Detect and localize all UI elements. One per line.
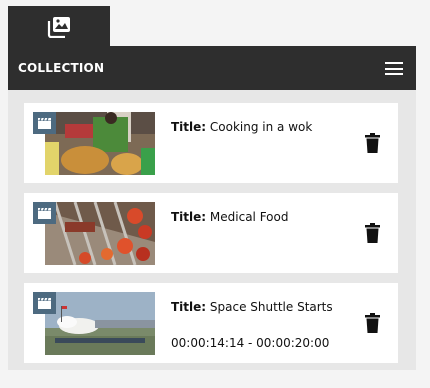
list-item[interactable]: Title: Cooking in a wok [24,103,398,183]
video-thumbnail [45,202,155,265]
title-label: Title: [171,210,207,224]
item-title: Title: Cooking in a wok [171,120,312,134]
page-title: COLLECTION [18,61,105,75]
item-title: Title: Space Shuttle Starts [171,300,333,314]
list-item[interactable]: Title: Space Shuttle Starts 00:00:14:14 … [24,283,398,363]
item-title: Title: Medical Food [171,210,288,224]
hamburger-menu-icon[interactable] [385,62,403,75]
video-thumbnail [45,112,155,175]
trash-icon[interactable] [365,133,380,153]
clapperboard-icon [33,112,56,134]
collection-tab[interactable] [8,6,110,48]
title-value: Cooking in a wok [209,120,313,134]
clapperboard-icon [33,202,56,224]
trash-icon[interactable] [365,223,380,243]
collection-header: COLLECTION [8,46,416,90]
video-thumbnail [45,292,155,355]
title-value: Medical Food [209,210,289,224]
collection-list: Title: Cooking in a wok Title: Medical F… [8,90,416,370]
title-label: Title: [171,300,207,314]
photo-library-icon [47,17,70,38]
clapperboard-icon [33,292,56,314]
time-range: 00:00:14:14 - 00:00:20:00 [171,336,330,350]
list-item[interactable]: Title: Medical Food [24,193,398,273]
trash-icon[interactable] [365,313,380,333]
title-label: Title: [171,120,207,134]
title-value: Space Shuttle Starts [209,300,333,314]
